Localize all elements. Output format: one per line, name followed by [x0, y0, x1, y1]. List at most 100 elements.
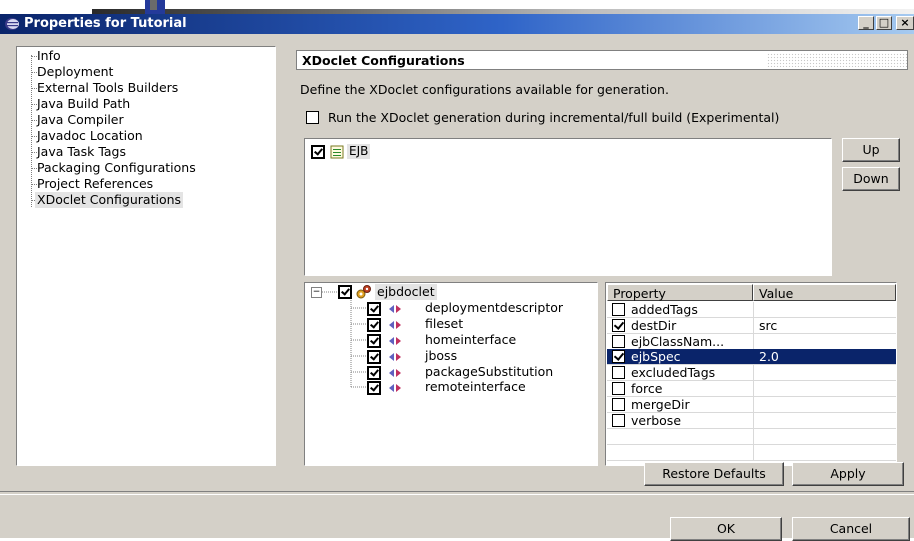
subtask-packagesubstitution[interactable]: packageSubstitution — [425, 364, 553, 380]
property-value[interactable]: src — [759, 318, 777, 333]
title-bar[interactable]: Properties for Tutorial _ □ × — [0, 14, 914, 34]
column-separator — [753, 318, 754, 333]
ok-button[interactable]: OK — [670, 517, 782, 541]
page-description: Define the XDoclet configurations availa… — [300, 82, 669, 97]
column-separator — [753, 429, 754, 444]
tree-item-packaging-configurations[interactable]: Packaging Configurations — [37, 160, 196, 176]
ejbdoclet-label[interactable]: ejbdoclet — [375, 284, 437, 300]
table-row[interactable]: mergeDir — [607, 397, 896, 413]
subtask-checkbox[interactable] — [367, 318, 381, 332]
top-accent-block-small — [150, 0, 157, 10]
table-row-empty — [607, 445, 896, 461]
property-checkbox[interactable] — [612, 303, 625, 316]
minimize-button[interactable]: _ — [858, 16, 874, 30]
top-strip — [0, 0, 914, 14]
column-header-property[interactable]: Property — [607, 284, 753, 301]
page-title: XDoclet Configurations — [302, 53, 465, 68]
tree-item-project-references[interactable]: Project References — [37, 176, 153, 192]
subtask-icon — [389, 384, 401, 392]
subtask-icon — [389, 369, 401, 377]
property-value[interactable]: 2.0 — [759, 349, 779, 364]
property-checkbox[interactable] — [612, 319, 625, 332]
subtask-icon — [389, 353, 401, 361]
apply-button[interactable]: Apply — [792, 462, 904, 486]
column-header-value[interactable]: Value — [753, 284, 896, 301]
doclet-tree[interactable]: − ejbdoclet deploymentdescriptor fileset… — [304, 282, 598, 466]
column-separator — [753, 381, 754, 396]
subtask-fileset[interactable]: fileset — [425, 316, 463, 332]
tree-item-java-task-tags[interactable]: Java Task Tags — [37, 144, 126, 160]
collapse-toggle[interactable]: − — [311, 287, 322, 298]
table-row[interactable]: destDir src — [607, 318, 896, 334]
column-separator — [753, 413, 754, 428]
property-name: verbose — [631, 413, 682, 428]
property-checkbox[interactable] — [612, 366, 625, 379]
property-name: force — [631, 381, 663, 396]
subtask-icon — [389, 337, 401, 345]
tree-item-external-tools-builders[interactable]: External Tools Builders — [37, 80, 178, 96]
cancel-button[interactable]: Cancel — [792, 517, 910, 541]
column-separator — [753, 445, 754, 460]
property-pages-tree[interactable]: Info Deployment External Tools Builders … — [16, 46, 276, 466]
properties-dialog: Properties for Tutorial _ □ × Info Deplo… — [0, 14, 914, 541]
table-row-empty — [607, 429, 896, 445]
property-name: ejbClassNam... — [631, 334, 725, 349]
subtask-remoteinterface[interactable]: remoteinterface — [425, 379, 526, 395]
property-name: destDir — [631, 318, 677, 333]
subtask-checkbox[interactable] — [367, 350, 381, 364]
tree-item-javadoc-location[interactable]: Javadoc Location — [37, 128, 143, 144]
config-item-ejb[interactable]: EJB — [347, 144, 371, 159]
property-table[interactable]: Property Value addedTags destDir src ejb… — [605, 282, 897, 466]
table-row[interactable]: addedTags — [607, 302, 896, 318]
dialog-divider — [0, 491, 914, 495]
eclipse-icon — [5, 18, 19, 30]
tree-item-java-compiler[interactable]: Java Compiler — [37, 112, 124, 128]
window-title: Properties for Tutorial — [24, 16, 187, 31]
close-button[interactable]: × — [896, 16, 914, 30]
property-name: mergeDir — [631, 397, 690, 412]
column-separator — [753, 302, 754, 317]
subtask-icon — [389, 305, 401, 313]
up-button[interactable]: Up — [842, 138, 900, 162]
tree-item-java-build-path[interactable]: Java Build Path — [37, 96, 130, 112]
property-name: addedTags — [631, 302, 698, 317]
tree-item-info[interactable]: Info — [37, 48, 61, 64]
tree-item-deployment[interactable]: Deployment — [37, 64, 113, 80]
table-row[interactable]: excludedTags — [607, 365, 896, 381]
table-row[interactable]: verbose — [607, 413, 896, 429]
property-name: ejbSpec — [631, 349, 681, 364]
header-pattern — [767, 53, 907, 67]
run-during-build-checkbox[interactable] — [306, 111, 319, 124]
table-row[interactable]: ejbClassNam... — [607, 334, 896, 350]
page-header: XDoclet Configurations — [296, 50, 908, 70]
property-checkbox[interactable] — [612, 350, 625, 363]
tree-item-xdoclet-configurations[interactable]: XDoclet Configurations — [35, 192, 184, 208]
subtask-checkbox[interactable] — [367, 334, 381, 348]
configurations-list[interactable]: EJB — [304, 138, 832, 276]
column-separator — [753, 397, 754, 412]
subtask-checkbox[interactable] — [367, 381, 381, 395]
ejbdoclet-checkbox[interactable] — [338, 285, 352, 299]
property-name: excludedTags — [631, 365, 716, 380]
column-separator — [753, 365, 754, 380]
property-checkbox[interactable] — [612, 398, 625, 411]
subtask-homeinterface[interactable]: homeinterface — [425, 332, 516, 348]
table-row[interactable]: force — [607, 381, 896, 397]
property-checkbox[interactable] — [612, 414, 625, 427]
column-separator — [753, 334, 754, 349]
property-checkbox[interactable] — [612, 382, 625, 395]
subtask-deploymentdescriptor[interactable]: deploymentdescriptor — [425, 300, 563, 316]
config-checkbox-ejb[interactable] — [311, 145, 325, 159]
restore-defaults-button[interactable]: Restore Defaults — [644, 462, 784, 486]
subtask-icon — [389, 321, 401, 329]
config-file-icon — [330, 145, 344, 159]
maximize-button[interactable]: □ — [876, 16, 892, 30]
subtask-checkbox[interactable] — [367, 366, 381, 380]
property-checkbox[interactable] — [612, 335, 625, 348]
down-button[interactable]: Down — [842, 167, 900, 191]
gears-icon — [356, 285, 371, 299]
subtask-checkbox[interactable] — [367, 302, 381, 316]
subtask-jboss[interactable]: jboss — [425, 348, 457, 364]
table-row-selected[interactable]: ejbSpec 2.0 — [607, 349, 896, 365]
run-during-build-label: Run the XDoclet generation during increm… — [328, 110, 780, 125]
